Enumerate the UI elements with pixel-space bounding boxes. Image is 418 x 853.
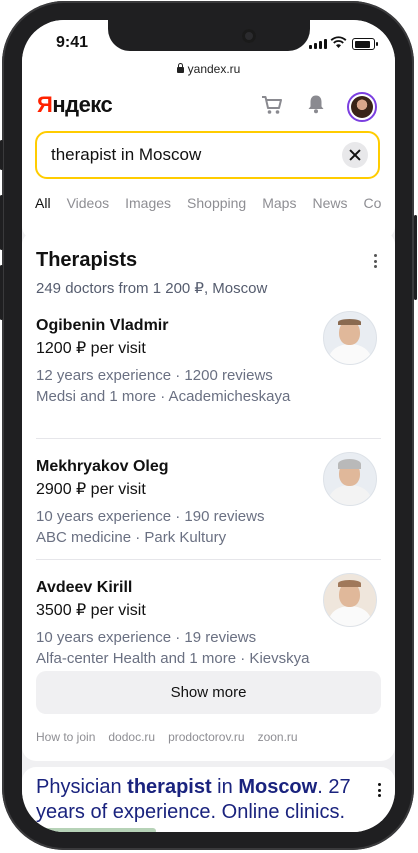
cart-icon[interactable]: [261, 95, 283, 115]
power-button: [414, 215, 417, 300]
doctor-photo: [323, 452, 377, 506]
camera-icon: [242, 29, 256, 43]
therapists-card: Therapists 249 doctors from 1 200 ₽, Mos…: [22, 231, 395, 761]
doctor-price: 3500 ₽ per visit: [36, 602, 146, 619]
tab-all[interactable]: All: [35, 195, 51, 211]
lock-icon: [176, 63, 184, 73]
result-title[interactable]: Physician therapist in Moscow. 27 years …: [36, 775, 356, 825]
tab-images[interactable]: Images: [125, 195, 171, 211]
source-link[interactable]: prodoctorov.ru: [168, 730, 244, 744]
bell-icon[interactable]: [307, 94, 325, 114]
tab-more[interactable]: Co: [363, 195, 381, 211]
volume-up-button: [0, 195, 3, 250]
doctor-price: 2900 ₽ per visit: [36, 481, 146, 498]
source-link[interactable]: dodoc.ru: [108, 730, 155, 744]
card-subtitle: 249 doctors from 1 200 ₽, Moscow: [36, 280, 268, 297]
status-time: 9:41: [56, 34, 89, 51]
address-bar[interactable]: yandex.ru: [22, 60, 395, 82]
doctor-item[interactable]: Mekhryakov Oleg 2900 ₽ per visit 10 year…: [36, 452, 381, 579]
doctor-clinic: ABC medicine · Park Kultury: [36, 529, 227, 546]
tab-shopping[interactable]: Shopping: [187, 195, 246, 211]
doctor-experience: 10 years experience · 19 reviews: [36, 629, 257, 646]
doctor-item[interactable]: Ogibenin Vladmir 1200 ₽ per visit 12 yea…: [36, 311, 381, 438]
divider: [36, 438, 381, 439]
mute-switch: [0, 140, 3, 170]
card-title[interactable]: Therapists: [36, 249, 137, 272]
search-tabs: All Videos Images Shopping Maps News Co: [35, 195, 395, 211]
more-options-icon[interactable]: [374, 254, 378, 271]
doctor-clinic: Alfa-center Health and 1 more · Kievskya: [36, 650, 310, 667]
battery-icon: [352, 38, 378, 50]
notch: [108, 20, 310, 51]
doctor-photo: [323, 311, 377, 365]
how-to-join-link[interactable]: How to join: [36, 730, 95, 744]
source-links: How to join dodoc.ru prodoctorov.ru zoon.ru: [36, 730, 311, 744]
show-more-button[interactable]: Show more: [36, 671, 381, 714]
doctor-experience: 10 years experience · 190 reviews: [36, 508, 265, 525]
search-field[interactable]: [35, 131, 380, 179]
result-url-fragment: [36, 828, 156, 832]
doctor-name: Mekhryakov Oleg: [36, 458, 169, 475]
tab-maps[interactable]: Maps: [262, 195, 296, 211]
url-text[interactable]: yandex.ru: [188, 62, 241, 76]
search-header: Яндекс All Videos Images Shopping Maps News Co: [22, 82, 395, 240]
doctor-experience: 12 years experience · 1200 reviews: [36, 367, 273, 384]
doctor-photo: [323, 573, 377, 627]
divider: [36, 559, 381, 560]
clear-search-button[interactable]: [342, 142, 368, 168]
doctor-name: Ogibenin Vladmir: [36, 317, 169, 334]
signal-icon: [309, 39, 327, 49]
wifi-icon: [330, 36, 347, 48]
tab-news[interactable]: News: [312, 195, 347, 211]
doctor-price: 1200 ₽ per visit: [36, 340, 146, 357]
search-input[interactable]: [51, 144, 331, 166]
phone-screen: 9:41 yandex.ru Яндекс AllVideosImag: [22, 20, 395, 832]
doctor-clinic: Medsi and 1 more · Academicheskaya: [36, 388, 291, 405]
source-link[interactable]: zoon.ru: [258, 730, 298, 744]
volume-down-button: [0, 265, 3, 320]
search-result[interactable]: Physician therapist in Moscow. 27 years …: [22, 767, 395, 832]
doctor-name: Avdeev Kirill: [36, 579, 133, 596]
yandex-logo[interactable]: Яндекс: [37, 92, 113, 118]
avatar[interactable]: [347, 92, 377, 122]
tab-videos[interactable]: Videos: [67, 195, 110, 211]
result-more-options-icon[interactable]: [378, 783, 381, 800]
